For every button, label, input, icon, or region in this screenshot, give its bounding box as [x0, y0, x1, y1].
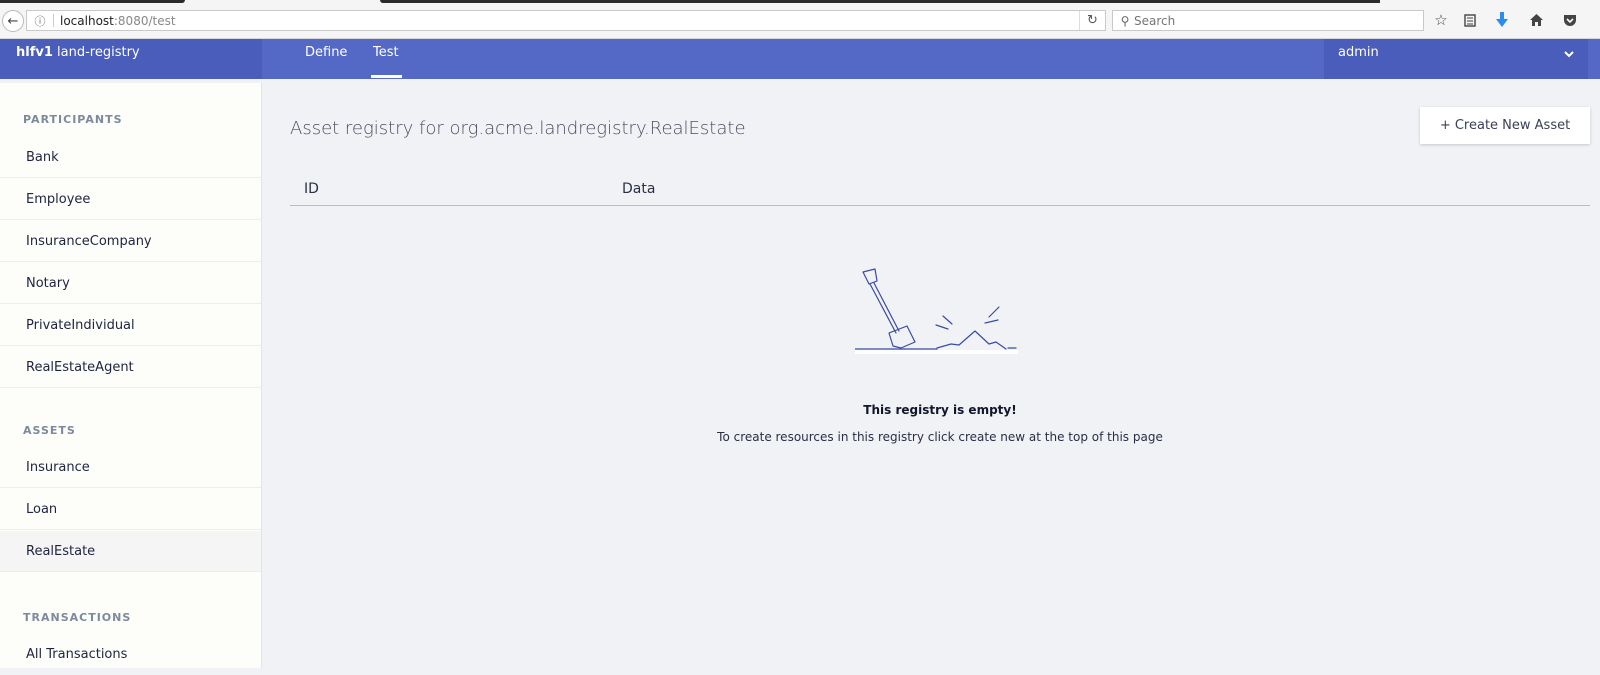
column-header-id[interactable]: ID: [304, 181, 319, 197]
sidebar-item-label: Loan: [26, 501, 58, 517]
tab-test[interactable]: Test: [371, 39, 402, 79]
sidebar-item-notary[interactable]: Notary: [0, 263, 261, 304]
sidebar-item-insurance[interactable]: Insurance: [0, 447, 261, 488]
user-name: admin: [1338, 45, 1379, 60]
reading-list-icon[interactable]: [1461, 11, 1479, 29]
brand-network: hlfv1: [16, 45, 53, 60]
column-header-data[interactable]: Data: [622, 181, 655, 197]
url-divider: [53, 14, 54, 27]
sidebar-item-employee[interactable]: Employee: [0, 179, 261, 220]
home-icon[interactable]: [1527, 11, 1545, 29]
sidebar-item-label: Bank: [26, 149, 59, 165]
sidebar-item-insurancecompany[interactable]: InsuranceCompany: [0, 221, 261, 262]
transactions-heading: TRANSACTIONS: [23, 611, 132, 624]
sidebar-item-realestate[interactable]: RealEstate: [0, 531, 261, 572]
chevron-down-icon: [1564, 47, 1574, 61]
browser-search-input[interactable]: [1134, 13, 1414, 28]
participants-heading: PARTICIPANTS: [23, 113, 123, 126]
url-bar[interactable]: ⓘ localhost:8080/test ↻: [26, 10, 1106, 31]
back-arrow-icon: ←: [7, 13, 19, 29]
reload-button[interactable]: ↻: [1079, 11, 1105, 30]
empty-shovel-icon: [855, 268, 1018, 354]
download-icon[interactable]: [1493, 11, 1511, 29]
pocket-icon[interactable]: [1561, 11, 1579, 29]
user-menu[interactable]: admin: [1324, 39, 1588, 79]
tab-define[interactable]: Define: [305, 39, 347, 79]
empty-state-message: To create resources in this registry cli…: [717, 430, 1163, 444]
sidebar-item-loan[interactable]: Loan: [0, 489, 261, 530]
browser-search-field[interactable]: ⚲: [1112, 10, 1424, 31]
search-icon: ⚲: [1120, 13, 1130, 28]
assets-heading: ASSETS: [23, 424, 76, 437]
reload-icon: ↻: [1087, 13, 1098, 28]
tab-test-label: Test: [373, 45, 399, 60]
sidebar-item-label: Notary: [26, 275, 70, 291]
url-host: localhost: [60, 13, 114, 28]
back-button[interactable]: ←: [2, 10, 24, 32]
sidebar-item-label: RealEstateAgent: [26, 359, 134, 375]
tab-define-label: Define: [305, 45, 348, 60]
page-title: Asset registry for org.acme.landregistry…: [290, 118, 746, 139]
sidebar-item-label: Employee: [26, 191, 91, 207]
browser-toolbar: ← ⓘ localhost:8080/test ↻ ⚲ ☆: [0, 0, 1600, 39]
sidebar: PARTICIPANTS Bank Employee InsuranceComp…: [0, 83, 262, 668]
brand-app-name: land-registry: [52, 45, 140, 60]
browser-tab-strip: [0, 0, 1600, 3]
sidebar-item-privateindividual[interactable]: PrivateIndividual: [0, 305, 261, 346]
table-header-divider: [290, 205, 1590, 206]
sidebar-item-label: RealEstate: [26, 543, 96, 559]
sidebar-item-label: PrivateIndividual: [26, 317, 135, 333]
browser-tab[interactable]: [380, 0, 1380, 3]
app-header: hlfv1 land-registry Define Test admin: [0, 39, 1600, 79]
empty-state-title: This registry is empty!: [863, 403, 1017, 417]
sidebar-item-bank[interactable]: Bank: [0, 137, 261, 178]
bookmark-star-icon[interactable]: ☆: [1432, 11, 1450, 29]
browser-tab[interactable]: [0, 0, 185, 3]
sidebar-item-realestateagent[interactable]: RealEstateAgent: [0, 347, 261, 388]
sidebar-item-label: InsuranceCompany: [26, 233, 152, 249]
sidebar-item-all-transactions[interactable]: All Transactions: [0, 634, 261, 675]
sidebar-item-label: Insurance: [26, 459, 90, 475]
create-new-asset-button[interactable]: + Create New Asset: [1420, 107, 1590, 144]
sidebar-item-label: All Transactions: [26, 647, 128, 662]
url-path: :8080/test: [113, 13, 176, 28]
brand[interactable]: hlfv1 land-registry: [0, 39, 262, 79]
info-icon[interactable]: ⓘ: [31, 13, 49, 29]
